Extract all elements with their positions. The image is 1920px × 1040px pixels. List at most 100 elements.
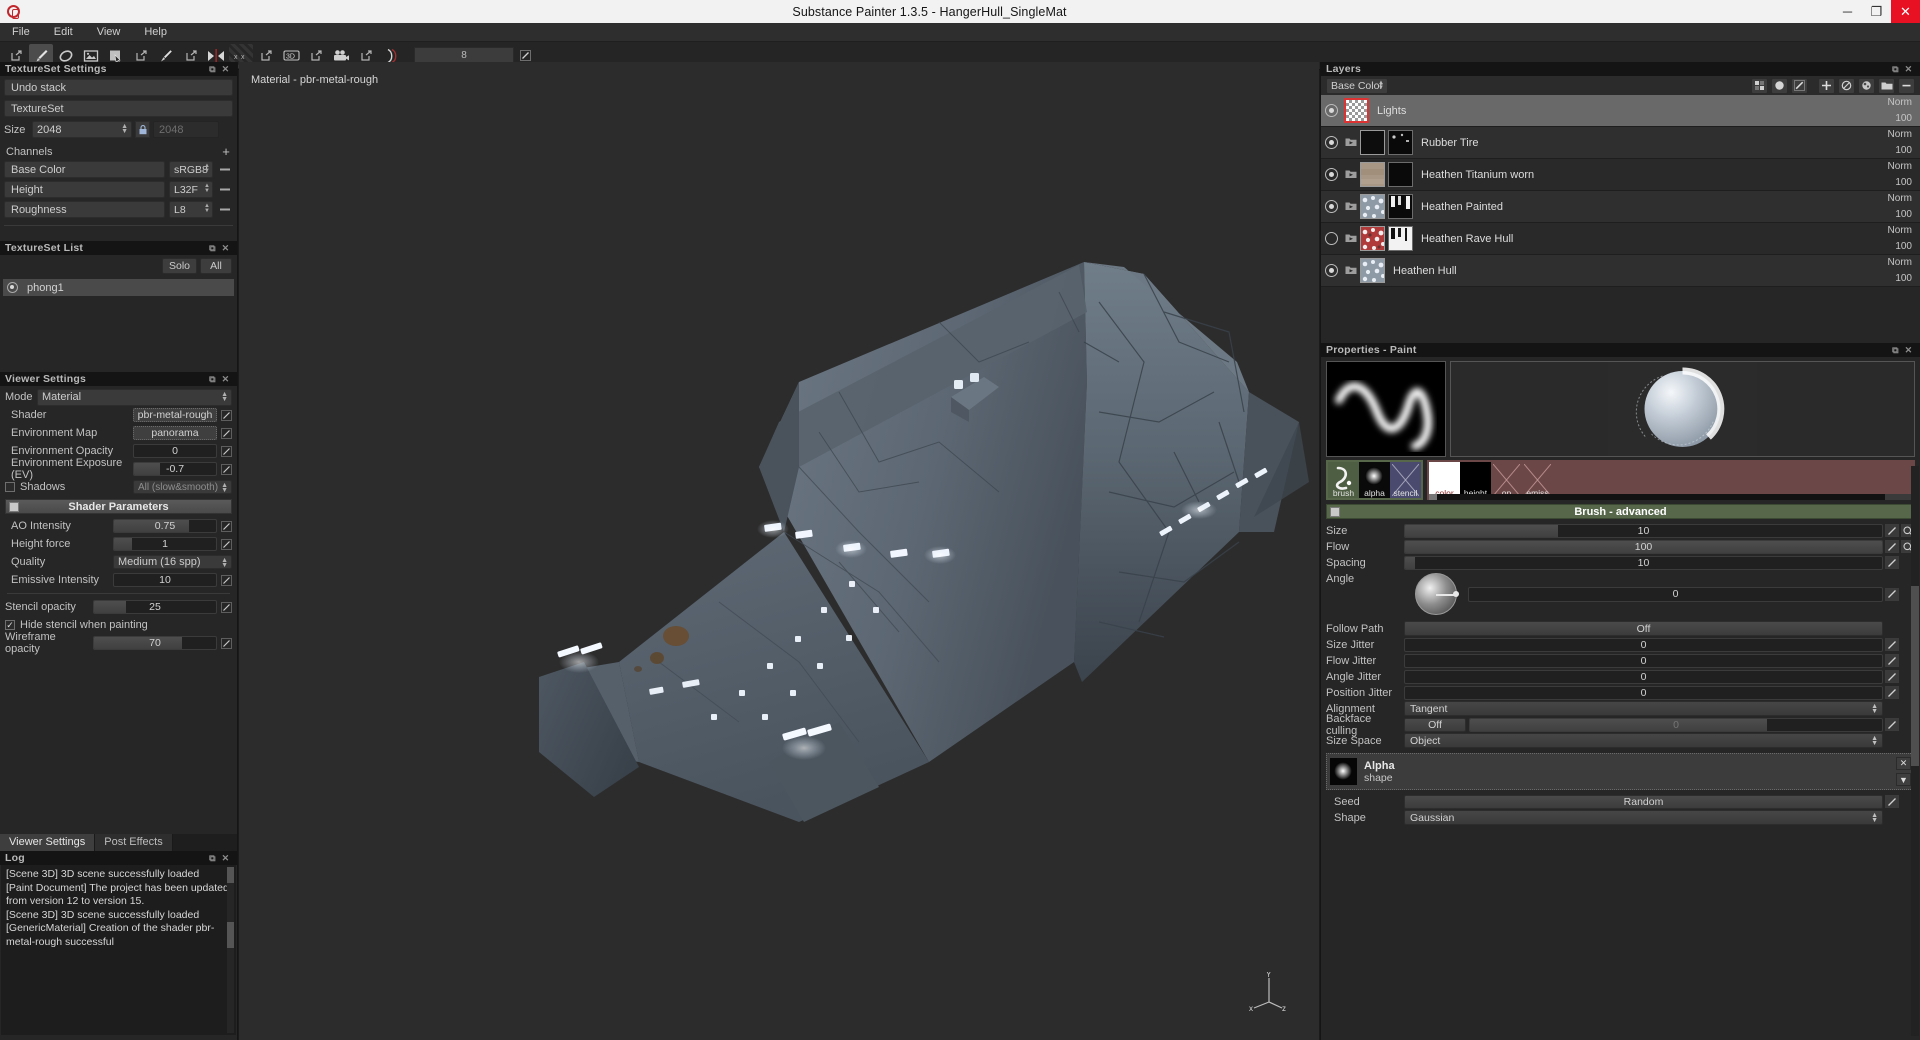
- shader-parameters-checkbox[interactable]: [9, 502, 19, 512]
- layer-mask-thumbnail[interactable]: [1388, 226, 1413, 251]
- log-scroll-thumb[interactable]: [227, 867, 234, 883]
- edit-icon[interactable]: [1885, 670, 1899, 683]
- texture-set-field[interactable]: TextureSet: [4, 100, 233, 117]
- backface-culling-button[interactable]: Off: [1404, 717, 1466, 732]
- close-icon[interactable]: ✕: [219, 242, 232, 255]
- add-effect-icon[interactable]: [1858, 77, 1875, 94]
- mask-editor-icon[interactable]: [1751, 77, 1768, 94]
- close-icon[interactable]: ✕: [1902, 63, 1915, 76]
- edit-icon[interactable]: [1885, 718, 1899, 731]
- alpha-slot[interactable]: alpha: [1359, 462, 1390, 498]
- 3d-viewport[interactable]: Material - pbr-metal-rough Y x z: [239, 62, 1319, 1040]
- color-slot[interactable]: color: [1429, 462, 1460, 498]
- layer-thumbnail[interactable]: [1360, 194, 1385, 219]
- layer-mask-thumbnail[interactable]: [1388, 162, 1413, 187]
- edit-icon[interactable]: [220, 538, 232, 550]
- remove-channel-icon[interactable]: [216, 181, 233, 198]
- undock-icon[interactable]: ⧉: [1889, 63, 1902, 76]
- edit-icon[interactable]: [220, 445, 232, 457]
- height-force-slider[interactable]: 1: [113, 537, 217, 551]
- shader-value[interactable]: pbr-metal-rough: [133, 408, 217, 422]
- layer-row[interactable]: Heathen Hull Norm 100: [1321, 255, 1920, 287]
- tab-post-effects[interactable]: Post Effects: [95, 834, 173, 851]
- environment-opacity-slider[interactable]: 0: [133, 444, 217, 458]
- edit-icon[interactable]: [220, 409, 232, 421]
- height-slot[interactable]: height: [1460, 462, 1491, 498]
- environment-exposure-slider[interactable]: -0.7: [133, 462, 217, 476]
- texture-set-item-phong1[interactable]: phong1: [3, 279, 234, 296]
- remove-channel-icon[interactable]: [216, 161, 233, 178]
- layer-row[interactable]: Rubber Tire Norm 100: [1321, 127, 1920, 159]
- layer-row[interactable]: Heathen Titanium worn Norm 100: [1321, 159, 1920, 191]
- layer-opacity[interactable]: 100: [1895, 113, 1912, 124]
- follow-path-button[interactable]: Off: [1404, 621, 1883, 636]
- channel-format[interactable]: sRGB8 ▲ ▼: [169, 161, 213, 178]
- paint-layer-icon[interactable]: [1791, 77, 1808, 94]
- menu-edit[interactable]: Edit: [42, 23, 85, 42]
- log-scrollbar[interactable]: [227, 867, 234, 1033]
- layer-visibility-icon[interactable]: [1325, 136, 1338, 149]
- shader-parameters-header[interactable]: Shader Parameters: [5, 499, 232, 514]
- edit-icon[interactable]: [1885, 795, 1899, 808]
- add-channel-icon[interactable]: +: [219, 145, 233, 159]
- op-slot[interactable]: op: [1491, 462, 1522, 498]
- folder-expand-icon[interactable]: [1344, 232, 1357, 245]
- edit-icon[interactable]: [220, 637, 232, 649]
- edit-icon[interactable]: [220, 427, 232, 439]
- layer-visibility-icon[interactable]: [1325, 264, 1338, 277]
- angle-jitter-slider[interactable]: 0: [1404, 669, 1883, 684]
- undock-icon[interactable]: ⧉: [206, 242, 219, 255]
- undock-icon[interactable]: ⧉: [206, 63, 219, 76]
- layer-opacity[interactable]: 100: [1895, 145, 1912, 156]
- seed-button[interactable]: Random: [1404, 794, 1883, 809]
- undock-icon[interactable]: ⧉: [1889, 344, 1902, 357]
- wireframe-opacity-slider[interactable]: 70: [93, 636, 217, 650]
- layer-blend-mode[interactable]: Norm: [1888, 257, 1912, 268]
- channel-format[interactable]: L32F ▲ ▼: [169, 181, 213, 198]
- add-folder-icon[interactable]: [1878, 77, 1895, 94]
- close-icon[interactable]: ✕: [219, 373, 232, 386]
- menu-help[interactable]: Help: [132, 23, 179, 42]
- edit-icon[interactable]: [220, 463, 232, 475]
- remove-channel-icon[interactable]: [216, 201, 233, 218]
- edit-icon[interactable]: [220, 574, 232, 586]
- layer-opacity[interactable]: 100: [1895, 177, 1912, 188]
- folder-expand-icon[interactable]: [1344, 136, 1357, 149]
- layer-blend-mode[interactable]: Norm: [1888, 97, 1912, 108]
- mode-combo[interactable]: Material ▲ ▼: [37, 388, 232, 406]
- menu-view[interactable]: View: [85, 23, 133, 42]
- edit-icon[interactable]: [1885, 540, 1899, 553]
- channel-name[interactable]: Roughness: [4, 201, 165, 218]
- edit-icon[interactable]: [1885, 654, 1899, 667]
- close-icon[interactable]: ✕: [219, 63, 232, 76]
- layer-visibility-icon[interactable]: [1325, 232, 1338, 245]
- size-space-combo[interactable]: Object ▲ ▼: [1404, 733, 1883, 748]
- close-icon[interactable]: ✕: [219, 852, 232, 865]
- edit-icon[interactable]: [220, 601, 232, 613]
- properties-scrollbar[interactable]: [1911, 466, 1919, 1036]
- layer-thumbnail[interactable]: [1360, 258, 1385, 283]
- edit-icon[interactable]: [1885, 524, 1899, 537]
- layer-thumbnail[interactable]: [1360, 162, 1385, 187]
- spacing-slider[interactable]: 10: [1404, 555, 1883, 570]
- add-mask-icon[interactable]: [1838, 77, 1855, 94]
- maximize-button[interactable]: ❐: [1862, 0, 1891, 23]
- ao-intensity-slider[interactable]: 0.75: [113, 519, 217, 533]
- layer-visibility-icon[interactable]: [1325, 200, 1338, 213]
- backface-amount-slider[interactable]: 0: [1469, 717, 1883, 732]
- size-slider[interactable]: 10: [1404, 523, 1883, 538]
- flow-jitter-slider[interactable]: 0: [1404, 653, 1883, 668]
- layer-mask-thumbnail[interactable]: [1388, 130, 1413, 155]
- layer-row[interactable]: Heathen Rave Hull Norm 100: [1321, 223, 1920, 255]
- folder-expand-icon[interactable]: [1344, 168, 1357, 181]
- emissive-intensity-slider[interactable]: 10: [113, 573, 217, 587]
- log-scroll-thumb-2[interactable]: [227, 922, 234, 948]
- channel-format[interactable]: L8 ▲ ▼: [169, 201, 213, 218]
- folder-expand-icon[interactable]: [1344, 264, 1357, 277]
- minimize-button[interactable]: ─: [1833, 0, 1862, 23]
- position-jitter-slider[interactable]: 0: [1404, 685, 1883, 700]
- edit-icon[interactable]: [1885, 587, 1899, 601]
- alpha-dropdown-icon[interactable]: ▼: [1896, 773, 1911, 786]
- alignment-combo[interactable]: Tangent ▲ ▼: [1404, 701, 1883, 716]
- layer-opacity[interactable]: 100: [1895, 273, 1912, 284]
